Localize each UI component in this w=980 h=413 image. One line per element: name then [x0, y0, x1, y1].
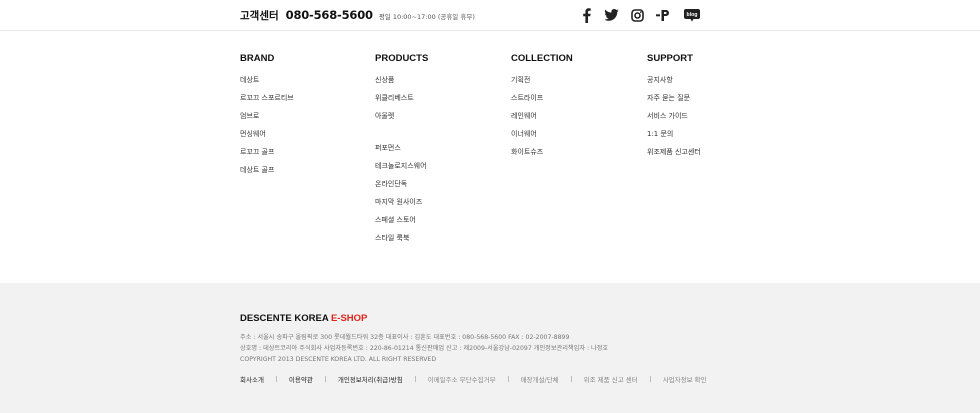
customer-center-hours: 평일 10:00~17:00 (공휴일 휴무) [378, 13, 475, 21]
products-link-style-lookbook[interactable]: 스타일 룩북 [375, 234, 495, 252]
column-title: PRODUCTS [375, 53, 429, 64]
column-title: COLLECTION [511, 53, 573, 64]
post-icon[interactable] [655, 7, 671, 23]
link-counterfeit-report[interactable]: 위조 제품 신고 센터 [584, 374, 638, 384]
facebook-icon[interactable] [580, 7, 592, 23]
instagram-icon[interactable] [630, 7, 644, 23]
separator [414, 376, 416, 382]
copyright-line: COPYRIGHT 2013 DESCENTE KOREA LTD. ALL R… [240, 356, 437, 363]
column-title: BRAND [240, 53, 275, 64]
products-link-last-one-size[interactable]: 마지막 원사이즈 [375, 198, 495, 216]
site-footer: DESCENTE KOREA E-SHOP 주소 : 서울시 송파구 올림픽로 … [0, 283, 980, 413]
products-link-special-store[interactable]: 스페셜 스토어 [375, 216, 495, 234]
link-email-refusal[interactable]: 이메일주소 무단수집거부 [428, 374, 496, 384]
company-info: 주소 : 서울시 송파구 올림픽로 300 롯데월드타워 32층 대표이사 : … [240, 332, 608, 365]
company-address-line: 주소 : 서울시 송파구 올림픽로 300 롯데월드타워 32층 대표이사 : … [240, 334, 570, 341]
link-business-info[interactable]: 사업자정보 확인 [663, 374, 707, 384]
separator [275, 376, 277, 382]
products-link-new[interactable]: 신상품 [375, 76, 495, 94]
link-privacy-policy[interactable]: 개인정보처리(취급)방침 [338, 374, 403, 384]
support-link-service-guide[interactable]: 서비스 가이드 [647, 112, 767, 130]
collection-link-stripe[interactable]: 스트라이프 [511, 94, 631, 112]
brand-link-descente[interactable]: 데상트 [240, 76, 360, 94]
support-link-notice[interactable]: 공지사항 [647, 76, 767, 94]
brand-link-descente-golf[interactable]: 데상트 골프 [240, 166, 360, 184]
support-link-faq[interactable]: 자주 묻는 질문 [647, 94, 767, 112]
collection-link-rainwear[interactable]: 레인웨어 [511, 112, 631, 130]
customer-center: 고객센터 080-568-5600 평일 10:00~17:00 (공휴일 휴무… [240, 8, 475, 23]
link-store-opening[interactable]: 매장개설/단체 [521, 374, 559, 384]
column-support: SUPPORT 공지사항 자주 묻는 질문 서비스 가이드 1:1 문의 위조제… [647, 53, 767, 166]
collection-link-innerwear[interactable]: 이너웨어 [511, 130, 631, 148]
collection-link-white-shoes[interactable]: 화이트슈즈 [511, 148, 631, 166]
products-link-outlet[interactable]: 아울렛 [375, 112, 495, 130]
products-link-performance[interactable]: 퍼포먼스 [375, 144, 495, 162]
separator [507, 376, 509, 382]
products-link-online-exclusive[interactable]: 온라인단독 [375, 180, 495, 198]
separator [649, 376, 651, 382]
separator [570, 376, 572, 382]
customer-center-phone[interactable]: 080-568-5600 [286, 8, 373, 22]
column-brand: BRAND 데상트 르꼬끄 스포르티브 엄브로 먼싱웨어 르꼬끄 골프 데상트 … [240, 53, 360, 184]
column-title: SUPPORT [647, 53, 693, 64]
products-link-technology-wear[interactable]: 테크놀로지스웨어 [375, 162, 495, 180]
footer-brand: DESCENTE KOREA E-SHOP [240, 313, 367, 324]
support-link-counterfeit-report[interactable]: 위조제품 신고센터 [647, 148, 767, 166]
brand-link-lecoq-sportif[interactable]: 르꼬끄 스포르티브 [240, 94, 360, 112]
support-link-inquiry[interactable]: 1:1 문의 [647, 130, 767, 148]
customer-center-label: 고객센터 [240, 10, 279, 22]
policy-links: 회사소개 이용약관 개인정보처리(취급)방침 이메일주소 무단수집거부 매장개설… [240, 374, 707, 384]
blog-icon[interactable]: blog [684, 7, 700, 23]
link-terms[interactable]: 이용약관 [289, 374, 313, 384]
svg-text:blog: blog [687, 12, 698, 18]
brand-eshop: E-SHOP [330, 313, 368, 324]
brand-link-umbro[interactable]: 엄브로 [240, 112, 360, 130]
footer-navigation: BRAND 데상트 르꼬끄 스포르티브 엄브로 먼싱웨어 르꼬끄 골프 데상트 … [0, 31, 980, 283]
column-products: PRODUCTS 신상품 위클리베스트 아울렛 퍼포먼스 테크놀로지스웨어 온라… [375, 53, 495, 252]
link-company-intro[interactable]: 회사소개 [240, 374, 264, 384]
brand-name: DESCENTE KOREA [240, 313, 331, 324]
company-registration-line: 상호명 : 데상트코리아 주식회사 사업자등록번호 : 220-86-01214… [240, 345, 609, 352]
collection-link-exhibition[interactable]: 기획전 [511, 76, 631, 94]
column-collection: COLLECTION 기획전 스트라이프 레인웨어 이너웨어 화이트슈즈 [511, 53, 631, 166]
brand-link-lecoq-golf[interactable]: 르꼬끄 골프 [240, 148, 360, 166]
twitter-icon[interactable] [603, 7, 619, 23]
top-bar: 고객센터 080-568-5600 평일 10:00~17:00 (공휴일 휴무… [0, 0, 980, 31]
brand-link-munsingwear[interactable]: 먼싱웨어 [240, 130, 360, 148]
separator [324, 376, 326, 382]
products-link-weekly-best[interactable]: 위클리베스트 [375, 94, 495, 112]
